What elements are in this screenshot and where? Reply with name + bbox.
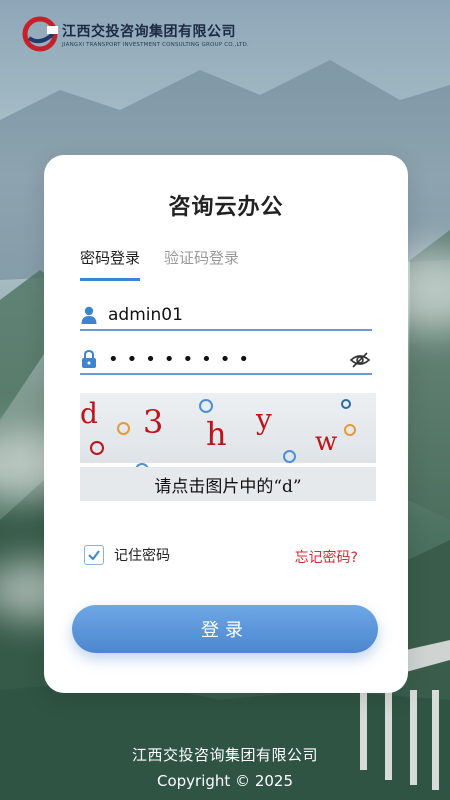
lock-icon: [80, 350, 98, 368]
login-card: 咨询云办公 密码登录 验证码登录 ••••••••: [44, 155, 408, 693]
remember-label: 记住密码: [114, 548, 170, 564]
captcha-image[interactable]: d 3 h y w: [80, 393, 376, 463]
footer-copyright: Copyright © 2025: [156, 772, 293, 790]
tab-sms-login[interactable]: 验证码登录: [164, 247, 239, 281]
logo-company-name-en: JIANGXI TRANSPORT INVESTMENT CONSULTING …: [62, 41, 249, 48]
company-logo: 江西交投咨询集团有限公司 JIANGXI TRANSPORT INVESTMEN…: [22, 16, 249, 52]
captcha-char[interactable]: w: [315, 427, 337, 457]
captcha-char[interactable]: h: [206, 415, 227, 453]
logo-company-name: 江西交投咨询集团有限公司: [62, 23, 236, 40]
password-field[interactable]: ••••••••: [80, 345, 372, 375]
captcha-char[interactable]: d: [80, 397, 98, 430]
login-button[interactable]: 登录: [72, 605, 378, 653]
tab-password-login[interactable]: 密码登录: [80, 247, 141, 281]
eye-off-icon[interactable]: [349, 350, 371, 370]
logo-mark-icon: [22, 16, 58, 52]
remember-password[interactable]: 记住密码: [84, 545, 170, 565]
password-input[interactable]: ••••••••: [108, 349, 257, 370]
forgot-password-link[interactable]: 忘记密码?: [295, 547, 358, 567]
captcha-char[interactable]: y: [256, 403, 272, 436]
footer-company: 江西交投咨询集团有限公司: [131, 746, 318, 764]
username-field[interactable]: [80, 301, 372, 331]
login-tabs: 密码登录 验证码登录: [80, 247, 263, 281]
username-input[interactable]: [108, 305, 338, 325]
user-icon: [80, 306, 98, 324]
captcha-hint: 请点击图片中的“d”: [80, 467, 376, 501]
card-title: 咨询云办公: [168, 195, 284, 220]
check-icon: [88, 550, 100, 561]
captcha-char[interactable]: 3: [143, 403, 163, 441]
remember-checkbox[interactable]: [84, 545, 104, 565]
